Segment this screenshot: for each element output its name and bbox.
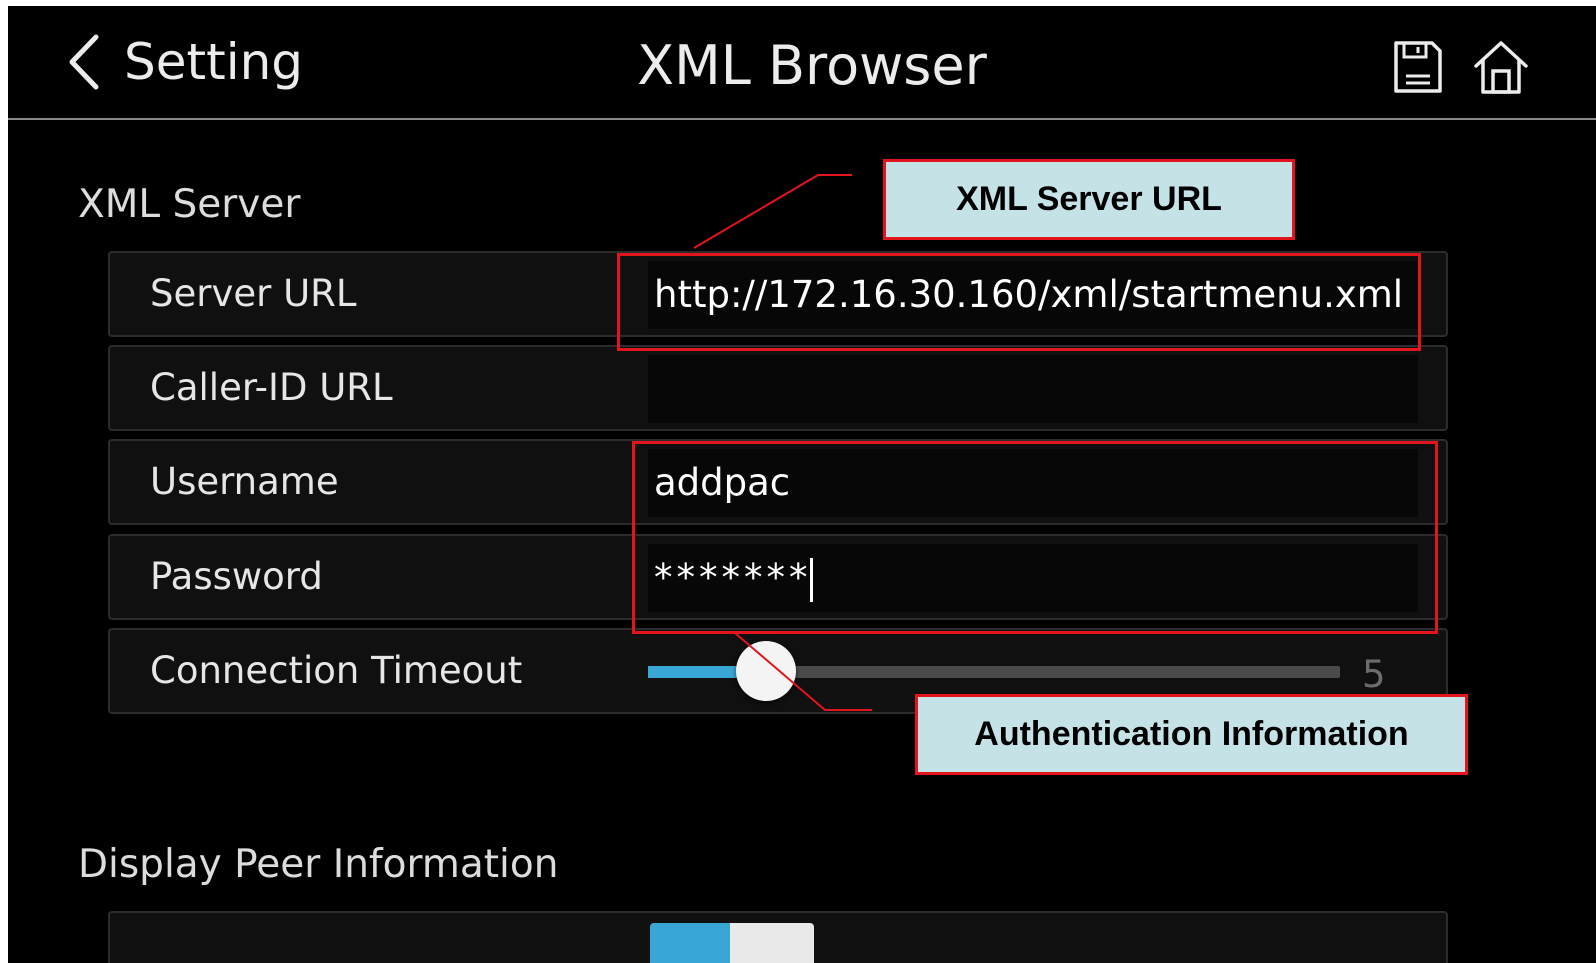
password-label: Password xyxy=(150,555,323,598)
connection-timeout-slider[interactable] xyxy=(648,641,1340,701)
caller-id-url-input[interactable] xyxy=(648,355,1418,423)
title-bar: Setting XML Browser xyxy=(8,6,1596,120)
section-display-peer: Display Peer Information xyxy=(78,842,559,887)
toggle-on-segment xyxy=(650,923,730,963)
username-label: Username xyxy=(150,460,339,503)
home-icon[interactable] xyxy=(1472,38,1530,96)
page-title: XML Browser xyxy=(637,34,987,97)
peer-info-toggle-row xyxy=(108,911,1448,963)
caller-id-url-label: Caller-ID URL xyxy=(150,366,393,409)
toggle-knob xyxy=(730,923,814,963)
callout-server-url: XML Server URL xyxy=(883,159,1295,240)
caller-id-url-row: Caller-ID URL xyxy=(108,345,1448,431)
server-url-label: Server URL xyxy=(150,272,357,315)
section-xml-server: XML Server xyxy=(78,182,301,227)
callout-auth-info: Authentication Information xyxy=(915,694,1468,775)
server-url-highlight xyxy=(617,253,1421,351)
connection-timeout-label: Connection Timeout xyxy=(150,649,523,692)
slider-knob[interactable] xyxy=(735,641,796,701)
auth-highlight xyxy=(632,441,1438,634)
save-icon[interactable] xyxy=(1388,38,1446,96)
peer-info-toggle[interactable] xyxy=(650,923,814,963)
